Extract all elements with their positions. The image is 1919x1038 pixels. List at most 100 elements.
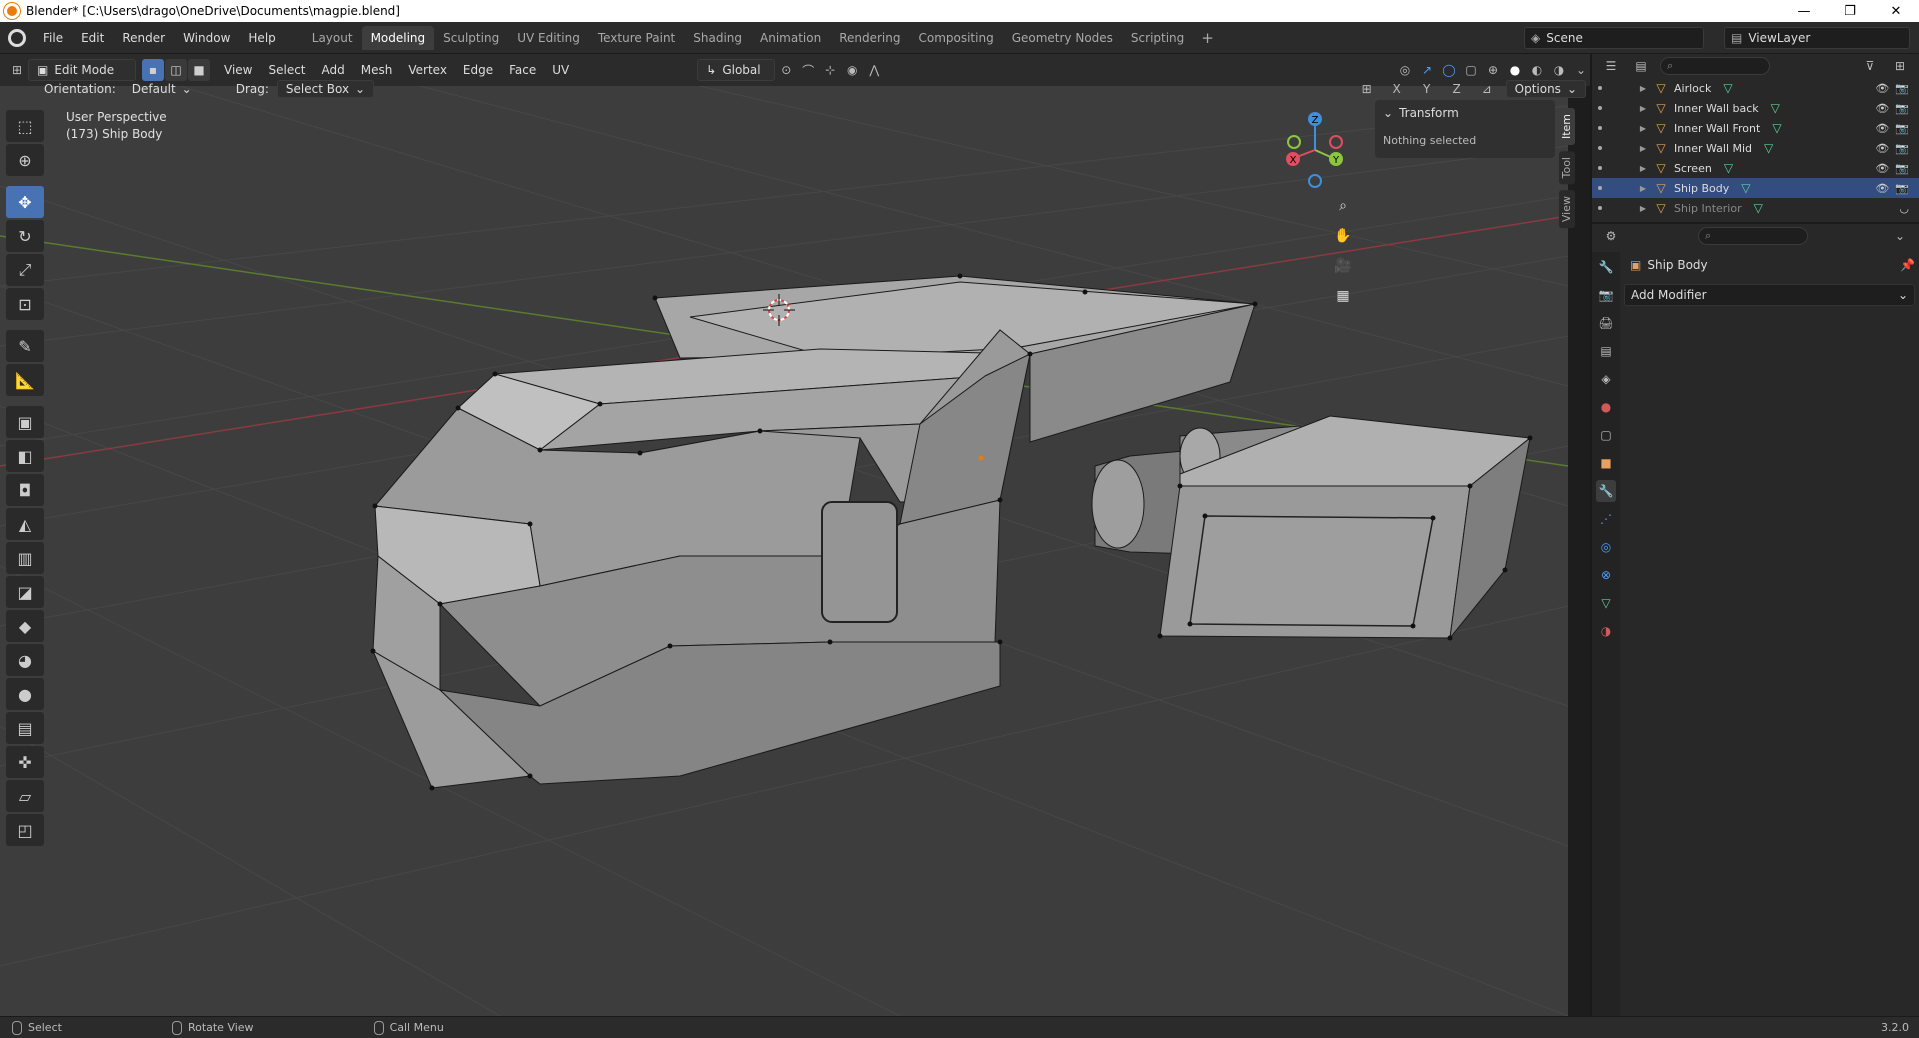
move-tool-icon[interactable]: ✥	[6, 186, 44, 218]
inset-tool-icon[interactable]: ◘	[6, 474, 44, 506]
outliner-row-inner-wall-mid[interactable]: ▶ ▽ Inner Wall Mid ▽ 👁 📷	[1592, 138, 1919, 158]
properties-search-input[interactable]: ⌕	[1698, 227, 1808, 245]
mirror-z-toggle[interactable]: Z	[1446, 78, 1468, 100]
tab-shading[interactable]: Shading	[684, 26, 751, 50]
transform-tool-icon[interactable]: ⊡	[6, 288, 44, 320]
rip-tool-icon[interactable]: ◰	[6, 814, 44, 846]
expand-triangle-icon[interactable]: ▶	[1636, 84, 1650, 93]
extrude-tool-icon[interactable]: ◧	[6, 440, 44, 472]
modifier-tab-icon[interactable]: 🔧	[1596, 480, 1616, 502]
chevron-down-icon[interactable]: ⌄	[1889, 225, 1911, 247]
hidden-eye-icon[interactable]: ◡	[1899, 202, 1909, 215]
eye-icon[interactable]: 👁	[1875, 142, 1889, 155]
tab-sculpting[interactable]: Sculpting	[434, 26, 508, 50]
camera-icon[interactable]: 📷	[1895, 142, 1909, 155]
particles-tab-icon[interactable]: ⋰	[1596, 508, 1616, 530]
camera-view-icon[interactable]: 🎥	[1329, 252, 1357, 280]
mirror-x-toggle[interactable]: X	[1386, 78, 1408, 100]
close-button[interactable]: ✕	[1873, 0, 1919, 22]
tab-modeling[interactable]: Modeling	[361, 25, 435, 50]
eye-icon[interactable]: 👁	[1875, 122, 1889, 135]
menu-help[interactable]: Help	[239, 26, 284, 50]
tool-tab-icon[interactable]: 🔧	[1596, 256, 1616, 278]
shrink-fatten-tool-icon[interactable]: ✜	[6, 746, 44, 778]
expand-triangle-icon[interactable]: ▶	[1636, 184, 1650, 193]
mirror-y-toggle[interactable]: Y	[1416, 78, 1438, 100]
outliner-row-inner-wall-back[interactable]: ▶ ▽ Inner Wall back ▽ 👁 📷	[1592, 98, 1919, 118]
display-mode-icon[interactable]: ▤	[1630, 55, 1652, 77]
options-dropdown[interactable]: Options ⌄	[1505, 80, 1586, 98]
expand-triangle-icon[interactable]: ▶	[1636, 164, 1650, 173]
bevel-tool-icon[interactable]: ◭	[6, 508, 44, 540]
data-tab-icon[interactable]: ▽	[1596, 592, 1616, 614]
add-modifier-button[interactable]: Add Modifier ⌄	[1624, 284, 1915, 306]
material-tab-icon[interactable]: ◑	[1596, 620, 1616, 642]
rotate-tool-icon[interactable]: ↻	[6, 220, 44, 252]
tab-uv-editing[interactable]: UV Editing	[508, 26, 589, 50]
tab-layout[interactable]: Layout	[303, 26, 362, 50]
render-tab-icon[interactable]: 📷	[1596, 284, 1616, 306]
transform-section-header[interactable]: ⌄ Transform	[1383, 106, 1547, 120]
tab-scripting[interactable]: Scripting	[1122, 26, 1193, 50]
expand-triangle-icon[interactable]: ▶	[1636, 144, 1650, 153]
outliner-row-ship-body[interactable]: ▶ ▽ Ship Body ▽ 👁 📷	[1592, 178, 1919, 198]
eye-icon[interactable]: 👁	[1875, 82, 1889, 95]
camera-icon[interactable]: 📷	[1895, 82, 1909, 95]
eye-icon[interactable]: 👁	[1875, 102, 1889, 115]
cursor-tool-icon[interactable]: ⊕	[6, 144, 44, 176]
poly-build-tool-icon[interactable]: ◆	[6, 610, 44, 642]
tab-tool[interactable]: Tool	[1559, 151, 1575, 185]
menu-file[interactable]: File	[34, 26, 72, 50]
spin-tool-icon[interactable]: ◕	[6, 644, 44, 676]
object-tab-icon[interactable]: ■	[1596, 452, 1616, 474]
knife-tool-icon[interactable]: ◪	[6, 576, 44, 608]
filter-icon[interactable]: ⊽	[1859, 55, 1881, 77]
outliner-row-ship-interior[interactable]: ▶ ▽ Ship Interior ▽ ◡	[1592, 198, 1919, 218]
camera-icon[interactable]: 📷	[1895, 162, 1909, 175]
tab-rendering[interactable]: Rendering	[830, 26, 909, 50]
tab-compositing[interactable]: Compositing	[909, 26, 1002, 50]
collection-tab-icon[interactable]: ▢	[1596, 424, 1616, 446]
pan-hand-icon[interactable]: ✋	[1329, 222, 1357, 250]
minimize-button[interactable]: —	[1781, 0, 1827, 22]
drag-dropdown[interactable]: Select Box ⌄	[276, 80, 375, 98]
measure-tool-icon[interactable]: 📐	[6, 364, 44, 396]
menu-render[interactable]: Render	[113, 26, 174, 50]
annotate-tool-icon[interactable]: ✎	[6, 330, 44, 362]
add-workspace-icon[interactable]: +	[1193, 29, 1222, 47]
tab-animation[interactable]: Animation	[751, 26, 830, 50]
mirror-icon[interactable]: ⊞	[1356, 78, 1378, 100]
outliner-editor-icon[interactable]: ☰	[1600, 55, 1622, 77]
add-cube-tool-icon[interactable]: ▣	[6, 406, 44, 438]
edge-slide-tool-icon[interactable]: ▤	[6, 712, 44, 744]
camera-icon[interactable]: 📷	[1895, 122, 1909, 135]
outliner-row-screen[interactable]: ▶ ▽ Screen ▽ 👁 📷	[1592, 158, 1919, 178]
ship-body-mesh[interactable]	[371, 275, 1532, 789]
output-tab-icon[interactable]: 🖨	[1596, 312, 1616, 334]
view-layer-tab-icon[interactable]: ▤	[1596, 340, 1616, 362]
ortho-toggle-icon[interactable]: ▦	[1329, 282, 1357, 310]
physics-tab-icon[interactable]: ◎	[1596, 536, 1616, 558]
eye-icon[interactable]: 👁	[1875, 182, 1889, 195]
outliner-row-airlock[interactable]: ▶ ▽ Airlock ▽ 👁 📷	[1592, 78, 1919, 98]
smooth-tool-icon[interactable]: ●	[6, 678, 44, 710]
pin-icon[interactable]: 📌	[1900, 258, 1915, 272]
menu-window[interactable]: Window	[174, 26, 239, 50]
scene-tab-icon[interactable]: ◈	[1596, 368, 1616, 390]
new-collection-icon[interactable]: ⊞	[1889, 55, 1911, 77]
scene-selector[interactable]: ◈ Scene	[1524, 27, 1704, 49]
expand-triangle-icon[interactable]: ▶	[1636, 124, 1650, 133]
tab-geometry-nodes[interactable]: Geometry Nodes	[1003, 26, 1122, 50]
world-tab-icon[interactable]: ●	[1596, 396, 1616, 418]
camera-icon[interactable]: 📷	[1895, 182, 1909, 195]
eye-icon[interactable]: 👁	[1875, 162, 1889, 175]
shear-tool-icon[interactable]: ▱	[6, 780, 44, 812]
properties-editor-icon[interactable]: ⚙	[1600, 225, 1622, 247]
tab-texture-paint[interactable]: Texture Paint	[589, 26, 684, 50]
orientation-dropdown[interactable]: Default ⌄	[124, 80, 200, 98]
viewlayer-selector[interactable]: ▤ ViewLayer	[1724, 27, 1910, 49]
outliner-search-input[interactable]: ⌕	[1660, 57, 1770, 75]
scale-tool-icon[interactable]: ⤢	[6, 254, 44, 286]
tab-view[interactable]: View	[1559, 190, 1575, 229]
maximize-button[interactable]: ❐	[1827, 0, 1873, 22]
